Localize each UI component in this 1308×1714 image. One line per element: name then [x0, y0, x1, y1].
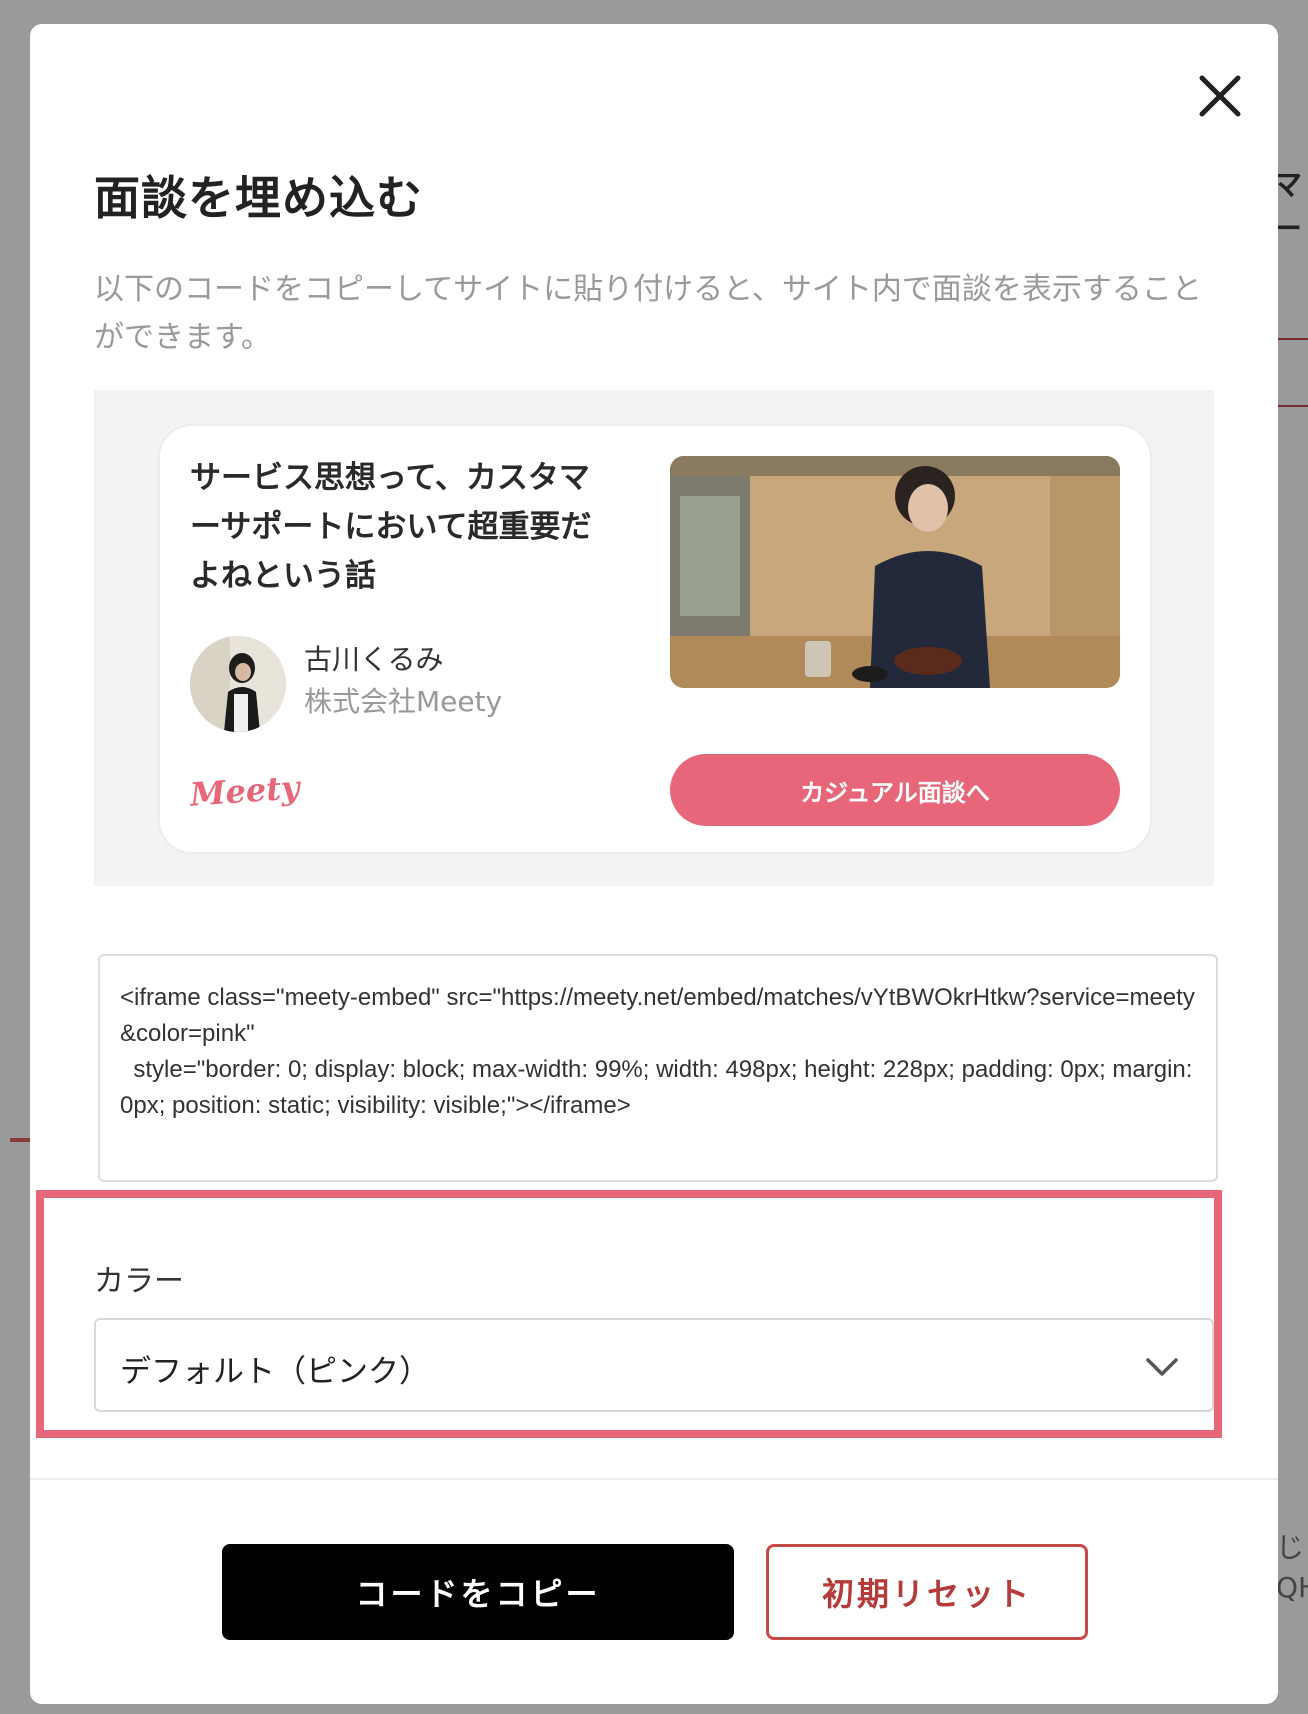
background-divider [10, 1138, 32, 1142]
card-title: サービス思想って、カスタマーサポートにおいて超重要だよねという話 [190, 460, 592, 594]
copy-code-button[interactable]: コードをコピー [222, 1544, 734, 1640]
avatar [190, 636, 286, 732]
close-icon [1199, 75, 1241, 117]
background-text-line: QH [1276, 1571, 1308, 1604]
background-text-line: じ [1276, 1531, 1305, 1564]
preview-card[interactable]: サービス思想って、カスタマーサポートにおいて超重要だよねという話 古川くるみ 株… [158, 424, 1152, 854]
background-text-fragment: じ QH [1276, 1528, 1308, 1608]
interview-photo [670, 456, 1120, 688]
background-divider [1278, 338, 1308, 340]
modal-title: 面談を埋め込む [94, 171, 423, 225]
embed-modal: 面談を埋め込む 以下のコードをコピーしてサイトに貼り付けると、サイト内で面談を表… [30, 24, 1278, 1704]
embed-code-box[interactable]: <iframe class="meety-embed" src="https:/… [98, 954, 1218, 1182]
modal-description: 以下のコードをコピーしてサイトに貼り付けると、サイト内で面談を表示することができ… [94, 272, 1202, 355]
embed-preview: サービス思想って、カスタマーサポートにおいて超重要だよねという話 古川くるみ 株… [94, 390, 1214, 886]
highlight-outline [36, 1190, 1222, 1438]
footer-divider [30, 1478, 1278, 1480]
casual-interview-button[interactable]: カジュアル面談へ [670, 754, 1120, 826]
avatar-image [190, 636, 286, 732]
close-button[interactable] [1188, 64, 1252, 128]
author-name: 古川くるみ [304, 643, 444, 676]
meety-logo: Meety [188, 768, 301, 814]
reset-button[interactable]: 初期リセット [766, 1544, 1088, 1640]
author-company: 株式会社Meety [304, 685, 503, 718]
background-divider [1278, 405, 1308, 407]
